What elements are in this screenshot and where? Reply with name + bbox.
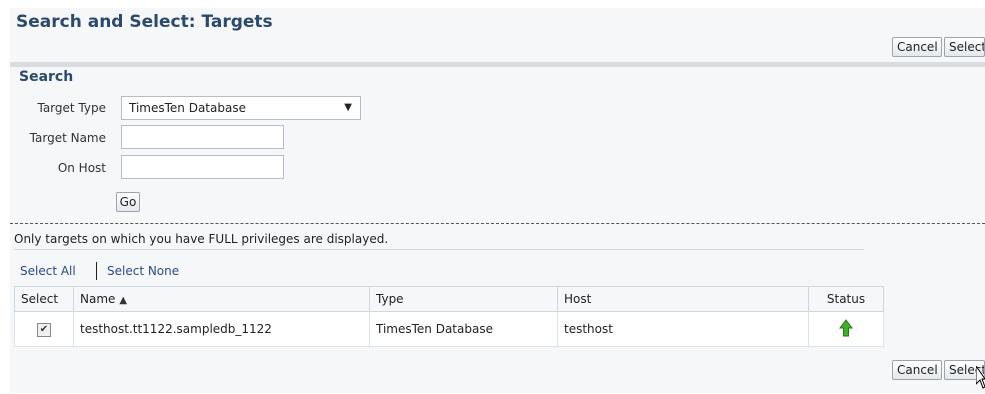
column-header-type: Type	[369, 286, 558, 312]
target-type-label: Target Type	[37, 101, 106, 115]
sort-ascending-icon: ▲	[119, 295, 128, 306]
row-type: TimesTen Database	[369, 311, 558, 347]
cancel-button-top[interactable]: Cancel	[892, 37, 942, 57]
table-row: ✔ testhost.tt1122.sampledb_1122 TimesTen…	[14, 311, 884, 347]
target-name-input[interactable]	[121, 125, 284, 149]
privilege-note: Only targets on which you have FULL priv…	[14, 232, 389, 246]
mouse-pointer-icon	[975, 364, 985, 393]
on-host-label: On Host	[57, 161, 106, 175]
row-name: testhost.tt1122.sampledb_1122	[73, 311, 370, 347]
results-table: Select Name ▲ Type Host Status ✔ testhost…	[14, 286, 884, 347]
column-header-host: Host	[557, 286, 809, 312]
select-all-link[interactable]: Select All	[20, 264, 76, 278]
select-none-link[interactable]: Select None	[107, 264, 179, 278]
link-separator	[96, 262, 97, 280]
cancel-button-bottom[interactable]: Cancel	[892, 360, 942, 380]
up-arrow-icon	[839, 318, 853, 340]
go-button[interactable]: Go	[116, 192, 140, 212]
column-header-select: Select	[14, 286, 74, 312]
row-host: testhost	[557, 311, 809, 347]
row-select-checkbox[interactable]: ✔	[37, 323, 51, 337]
row-status-cell	[808, 311, 884, 347]
target-name-label: Target Name	[29, 131, 106, 145]
search-section-bar	[10, 62, 985, 67]
page-title: Search and Select: Targets	[16, 12, 273, 32]
table-header-row: Select Name ▲ Type Host Status	[14, 286, 884, 312]
target-type-select[interactable]: TimesTen Database ▼	[121, 96, 361, 120]
column-header-status: Status	[808, 286, 884, 312]
row-select-cell: ✔	[14, 311, 74, 347]
column-header-name-label: Name	[80, 292, 116, 306]
on-host-input[interactable]	[121, 155, 284, 179]
search-heading: Search	[19, 69, 74, 85]
target-type-value: TimesTen Database	[129, 101, 246, 115]
select-button-top[interactable]: Select	[944, 37, 985, 57]
section-divider	[10, 223, 985, 224]
privilege-underline	[14, 249, 864, 250]
dropdown-arrow-icon: ▼	[344, 102, 352, 113]
search-select-dialog: Search and Select: Targets Cancel Select…	[0, 0, 985, 394]
column-header-name[interactable]: Name ▲	[73, 286, 370, 312]
